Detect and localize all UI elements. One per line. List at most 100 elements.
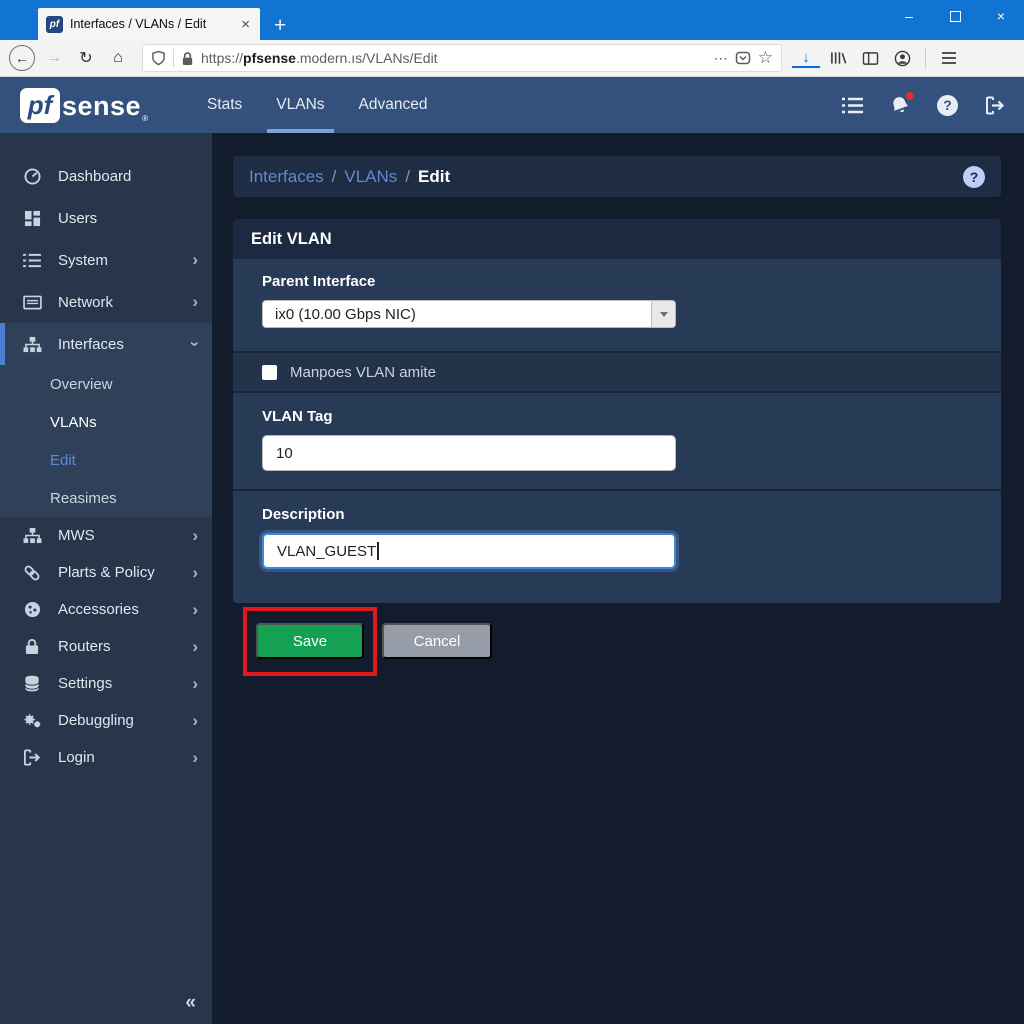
parent-interface-select[interactable]: ix0 (10.00 Gbps NIC) [262,300,676,328]
cancel-button[interactable]: Cancel [382,623,492,659]
vlan-checkbox[interactable] [262,365,277,380]
database-icon [22,675,42,692]
description-value: VLAN_GUEST [277,543,376,560]
window-minimize-button[interactable]: – [886,0,932,32]
sidebar-label: Login [58,749,192,766]
reload-button[interactable]: ↻ [72,44,100,72]
sidebar-label: Debuggling [58,712,192,729]
url-bar[interactable]: https://pfsense.modern.ıs/VLANs/Edit ⋯ ☆ [142,44,782,72]
lock-icon[interactable] [181,51,194,66]
chevron-right-icon: › [192,637,198,657]
chevron-right-icon: › [192,250,198,270]
sidebar-subitem-edit[interactable]: Edit [0,441,212,479]
sidebar-label: Plarts & Policy [58,564,192,581]
sidebar-label: Routers [58,638,192,655]
system-icon [22,253,42,268]
sidebar-item-system[interactable]: System › [0,239,212,281]
notification-dot [906,92,914,100]
page-actions-icon[interactable]: ⋯ [714,50,728,67]
logo-sense-text: sense [62,91,141,122]
chevron-right-icon: › [192,711,198,731]
sidebar-subitem-vlans[interactable]: VLANs [0,403,212,441]
vlan-tag-input[interactable]: 10 [262,435,676,471]
vlan-checkbox-row: Manpoes VLAN amite [233,351,1001,391]
main-content: Interfaces / VLANs / Edit ? Edit VLAN Pa… [212,133,1024,1024]
sidebar-subitem-overview[interactable]: Overview [0,365,212,403]
topnav-stats[interactable]: Stats [190,77,259,133]
select-value: ix0 (10.00 Gbps NIC) [263,306,651,323]
sidebar-item-settings[interactable]: Settings › [0,665,212,702]
sidebar-subitem-reasimes[interactable]: Reasimes [0,479,212,517]
vlan-tag-label: VLAN Tag [262,408,1001,425]
topnav-advanced[interactable]: Advanced [342,77,445,133]
sidebar-label: System [58,252,192,269]
downloads-icon[interactable]: ↓ [792,48,820,68]
sidebar: Dashboard Users System › Network › [0,133,212,1024]
notifications-bell-icon[interactable] [890,95,910,115]
tab-title: Interfaces / VLANs / Edit [70,17,232,31]
new-tab-button[interactable]: + [274,15,286,36]
bookmark-star-icon[interactable]: ☆ [758,48,773,68]
chevron-right-icon: › [192,748,198,768]
dashboard-icon [22,168,42,185]
sidebar-item-dashboard[interactable]: Dashboard [0,155,212,197]
gears-icon [22,712,42,729]
sidebar-item-routers[interactable]: Routers › [0,628,212,665]
home-button[interactable]: ⌂ [104,44,132,72]
sidebars-icon[interactable] [856,44,884,72]
logo-registered-mark: ® [142,114,148,123]
menu-hamburger-icon[interactable] [935,44,963,72]
select-dropdown-button[interactable] [651,301,675,327]
sidebar-item-mws[interactable]: MWS › [0,517,212,554]
browser-tab[interactable]: pf Interfaces / VLANs / Edit × [38,8,260,40]
list-icon[interactable] [842,97,863,114]
sidebar-item-accessories[interactable]: Accessories › [0,591,212,628]
pocket-icon[interactable] [735,50,751,66]
sidebar-item-users[interactable]: Users [0,197,212,239]
pfsense-logo[interactable]: pf sense ® [20,88,148,123]
header-help-icon[interactable]: ? [937,95,958,116]
parent-interface-row: Parent Interface ix0 (10.00 Gbps NIC) [233,259,1001,351]
browser-titlebar: pf Interfaces / VLANs / Edit × + – × [0,0,1024,40]
sidebar-label: Network [58,294,192,311]
library-icon[interactable] [824,44,852,72]
window-controls: – × [886,0,1024,32]
toolbar-divider [925,47,926,69]
sidebar-label: MWS [58,527,192,544]
logout-icon[interactable] [985,96,1006,115]
sidebar-item-login[interactable]: Login › [0,739,212,776]
tab-close-icon[interactable]: × [239,16,252,33]
forward-button[interactable]: → [40,44,68,72]
chevron-right-icon: › [192,600,198,620]
sidebar-active-section: Interfaces › Overview VLANs Edit Reasime… [0,323,212,517]
description-label: Description [262,506,1001,523]
topnav-vlans[interactable]: VLANs [259,77,341,133]
sidebar-label: Interfaces [58,336,192,353]
breadcrumb-link-interfaces[interactable]: Interfaces [249,167,324,187]
sidebar-label: Settings [58,675,192,692]
breadcrumb-current: Edit [418,167,450,187]
window-maximize-button[interactable] [932,0,978,32]
sidebar-item-plarts-policy[interactable]: Plarts & Policy › [0,554,212,591]
chevron-right-icon: › [192,674,198,694]
edit-vlan-panel: Edit VLAN Parent Interface ix0 (10.00 Gb… [233,219,1001,603]
page-help-icon[interactable]: ? [963,166,985,188]
description-row: Description VLAN_GUEST [233,489,1001,603]
sidebar-collapse-button[interactable]: « [185,992,196,1014]
sidebar-label: Users [58,210,198,227]
parent-interface-label: Parent Interface [262,273,1001,290]
account-icon[interactable] [888,44,916,72]
description-input[interactable]: VLAN_GUEST [262,533,676,569]
sidebar-item-interfaces[interactable]: Interfaces › [0,323,212,365]
pfsense-favicon: pf [46,16,63,33]
chevron-right-icon: › [192,526,198,546]
link-icon [22,564,42,582]
back-button[interactable]: ← [8,44,36,72]
sidebar-item-network[interactable]: Network › [0,281,212,323]
browser-toolbar: ← → ↻ ⌂ https://pfsense.modern.ıs/VLANs/… [0,40,1024,77]
sidebar-item-debuggling[interactable]: Debuggling › [0,702,212,739]
breadcrumb-separator: / [405,167,410,187]
breadcrumb-link-vlans[interactable]: VLANs [344,167,397,187]
tracking-shield-icon[interactable] [151,50,166,66]
window-close-button[interactable]: × [978,0,1024,32]
